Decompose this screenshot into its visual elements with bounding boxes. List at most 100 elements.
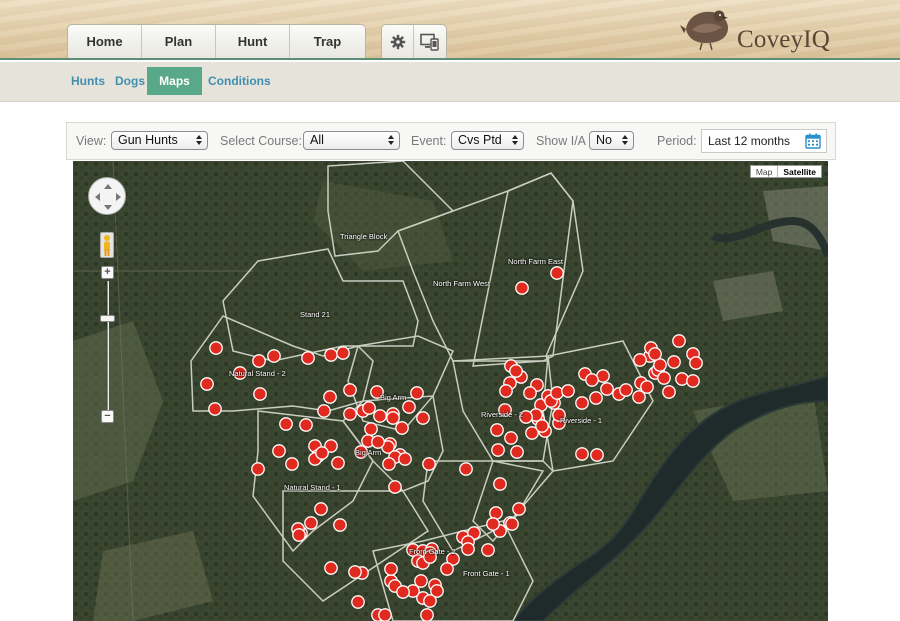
- view-select[interactable]: Gun Hunts: [111, 131, 208, 150]
- hunt-marker[interactable]: [315, 446, 329, 460]
- hunt-marker[interactable]: [490, 423, 504, 437]
- hunt-marker[interactable]: [499, 384, 513, 398]
- hunt-marker[interactable]: [285, 457, 299, 471]
- hunt-marker[interactable]: [675, 372, 689, 386]
- hunt-marker[interactable]: [253, 387, 267, 401]
- hunt-marker[interactable]: [648, 347, 662, 361]
- hunt-marker[interactable]: [667, 355, 681, 369]
- zoom-slider-handle[interactable]: [100, 315, 115, 322]
- hunt-marker[interactable]: [402, 400, 416, 414]
- hunt-marker[interactable]: [672, 334, 686, 348]
- hunt-marker[interactable]: [317, 404, 331, 418]
- hunt-marker[interactable]: [590, 448, 604, 462]
- hunt-marker[interactable]: [388, 480, 402, 494]
- hunt-marker[interactable]: [272, 444, 286, 458]
- hunt-marker[interactable]: [314, 502, 328, 516]
- pan-control[interactable]: [88, 177, 126, 215]
- hunt-marker[interactable]: [512, 502, 526, 516]
- hunt-marker[interactable]: [324, 561, 338, 575]
- hunt-marker[interactable]: [299, 418, 313, 432]
- hunt-marker[interactable]: [504, 431, 518, 445]
- hunt-marker[interactable]: [575, 396, 589, 410]
- hunt-marker[interactable]: [324, 348, 338, 362]
- hunt-marker[interactable]: [423, 594, 437, 608]
- subnav-dogs[interactable]: Dogs: [115, 67, 145, 95]
- hunt-marker[interactable]: [523, 386, 537, 400]
- hunt-marker[interactable]: [535, 419, 549, 433]
- settings-button[interactable]: [382, 25, 414, 58]
- hunt-marker[interactable]: [509, 364, 523, 378]
- hunt-marker[interactable]: [200, 377, 214, 391]
- hunt-marker[interactable]: [398, 452, 412, 466]
- hunt-marker[interactable]: [395, 421, 409, 435]
- hunt-marker[interactable]: [589, 391, 603, 405]
- hunt-marker[interactable]: [561, 384, 575, 398]
- hunt-marker[interactable]: [331, 456, 345, 470]
- hunt-marker[interactable]: [600, 382, 614, 396]
- show-ia-select[interactable]: No: [589, 131, 634, 150]
- hunt-marker[interactable]: [633, 353, 647, 367]
- street-view-pegman-icon[interactable]: [100, 232, 114, 258]
- hunt-marker[interactable]: [333, 518, 347, 532]
- nav-home[interactable]: Home: [68, 25, 142, 58]
- hunt-marker[interactable]: [459, 462, 473, 476]
- hunt-marker[interactable]: [619, 383, 633, 397]
- map-type-map[interactable]: Map: [751, 166, 778, 177]
- hunt-marker[interactable]: [343, 407, 357, 421]
- hunt-marker[interactable]: [336, 346, 350, 360]
- nav-hunt[interactable]: Hunt: [216, 25, 290, 58]
- map-type-satellite[interactable]: Satellite: [777, 166, 821, 177]
- subnav-maps[interactable]: Maps: [147, 67, 202, 95]
- calendar-icon[interactable]: [805, 133, 821, 149]
- hunt-marker[interactable]: [384, 562, 398, 576]
- hunt-marker[interactable]: [640, 380, 654, 394]
- hunt-marker[interactable]: [440, 562, 454, 576]
- hunt-marker[interactable]: [208, 402, 222, 416]
- hunt-marker[interactable]: [382, 457, 396, 471]
- hunt-marker[interactable]: [416, 411, 430, 425]
- subnav-hunts[interactable]: Hunts: [71, 67, 105, 95]
- hunt-marker[interactable]: [585, 373, 599, 387]
- hunt-marker[interactable]: [373, 409, 387, 423]
- hunt-marker[interactable]: [515, 281, 529, 295]
- hunt-marker[interactable]: [420, 608, 434, 621]
- hunt-marker[interactable]: [686, 374, 700, 388]
- hunt-marker[interactable]: [351, 595, 365, 609]
- hunt-marker[interactable]: [422, 457, 436, 471]
- hunt-marker[interactable]: [510, 445, 524, 459]
- hunt-marker[interactable]: [364, 422, 378, 436]
- hunt-marker[interactable]: [491, 443, 505, 457]
- hunt-marker[interactable]: [378, 608, 392, 621]
- hunt-marker[interactable]: [657, 371, 671, 385]
- hunt-marker[interactable]: [481, 543, 495, 557]
- zoom-out-button[interactable]: −: [101, 410, 114, 423]
- event-select[interactable]: Cvs Ptd: [451, 131, 524, 150]
- hunt-marker[interactable]: [493, 477, 507, 491]
- hunt-marker[interactable]: [292, 528, 306, 542]
- hunt-marker[interactable]: [251, 462, 265, 476]
- hunt-marker[interactable]: [348, 565, 362, 579]
- hunt-marker[interactable]: [486, 517, 500, 531]
- hunt-marker[interactable]: [461, 542, 475, 556]
- hunt-marker[interactable]: [209, 341, 223, 355]
- hunt-marker[interactable]: [550, 386, 564, 400]
- zoom-in-button[interactable]: +: [101, 266, 114, 279]
- hunt-marker[interactable]: [689, 356, 703, 370]
- hunt-marker[interactable]: [343, 383, 357, 397]
- hunt-marker[interactable]: [410, 386, 424, 400]
- hunt-marker[interactable]: [386, 411, 400, 425]
- period-input[interactable]: Last 12 months: [701, 129, 827, 153]
- hunt-marker[interactable]: [252, 354, 266, 368]
- hunt-marker[interactable]: [323, 390, 337, 404]
- hunt-marker[interactable]: [362, 401, 376, 415]
- zoom-slider-track[interactable]: [107, 281, 109, 416]
- hunt-marker[interactable]: [371, 435, 385, 449]
- subnav-conditions[interactable]: Conditions: [208, 67, 271, 95]
- hunt-marker[interactable]: [301, 351, 315, 365]
- hunt-marker[interactable]: [550, 266, 564, 280]
- hunt-marker[interactable]: [575, 447, 589, 461]
- nav-trap[interactable]: Trap: [290, 25, 365, 58]
- satellite-map[interactable]: Triangle Block North Farm East North Far…: [73, 161, 828, 621]
- hunt-marker[interactable]: [267, 349, 281, 363]
- hunt-marker[interactable]: [304, 516, 318, 530]
